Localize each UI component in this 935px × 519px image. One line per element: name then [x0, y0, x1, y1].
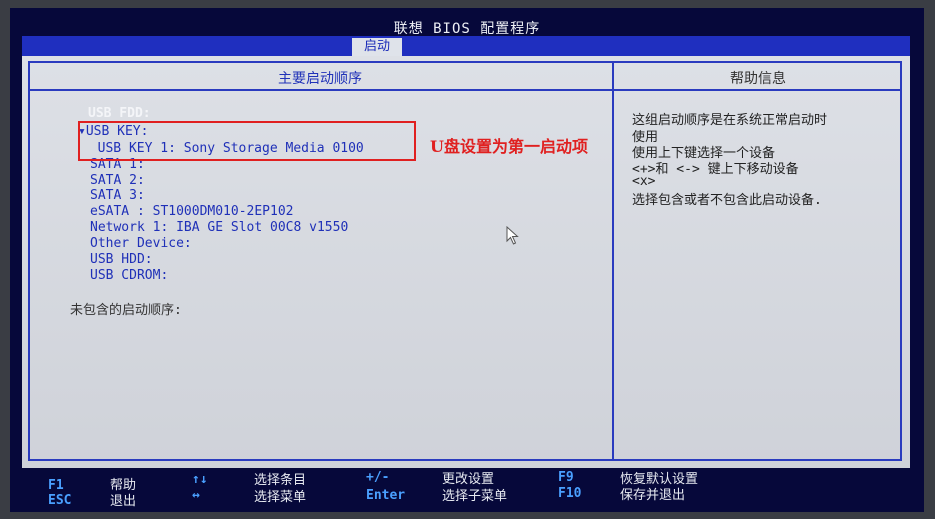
help-line: 选择包含或者不包含此启动设备.	[632, 193, 822, 208]
annotation-text: U盘设置为第一启动项	[430, 137, 588, 156]
tab-bar: 启动	[22, 36, 910, 56]
plus-minus-key: +/-	[366, 470, 390, 485]
boot-item-sata-3[interactable]: SATA 3:	[90, 188, 145, 203]
excluded-boot-order-label: 未包含的启动顺序:	[70, 303, 182, 318]
mouse-pointer-icon	[506, 226, 519, 245]
boot-order-header: 主要启动顺序	[278, 71, 362, 87]
boot-item-esata[interactable]: eSATA : ST1000DM010-2EP102	[90, 204, 294, 219]
bios-title: 联想 BIOS 配置程序	[393, 21, 541, 37]
up-down-arrow-icon: ↑↓	[192, 472, 208, 487]
esc-desc: 退出	[110, 494, 137, 509]
f10-desc: 保存并退出	[620, 488, 686, 503]
help-header: 帮助信息	[730, 71, 786, 87]
key-legend: F1 帮助 ESC 退出 ↑↓ 选择条目 ↔ 选择菜单 +/- 更改设置 Ent…	[22, 468, 910, 512]
f9-key: F9	[558, 470, 574, 485]
tab-boot[interactable]: 启动	[352, 38, 402, 56]
panel-divider	[612, 61, 614, 461]
boot-item-usb-cdrom[interactable]: USB CDROM:	[90, 268, 168, 283]
boot-item-sata-2[interactable]: SATA 2:	[90, 173, 145, 188]
enter-desc: 选择子菜单	[442, 489, 508, 504]
help-line: <x>	[632, 174, 656, 189]
boot-item-usb-fdd[interactable]: USB FDD:	[88, 106, 151, 121]
help-line: <+>和 <-> 键上下移动设备	[632, 162, 799, 177]
esc-key: ESC	[48, 493, 72, 508]
leftright-desc: 选择菜单	[254, 490, 307, 505]
boot-item-usb-hdd[interactable]: USB HDD:	[90, 252, 153, 267]
main-panel: 主要启动顺序 帮助信息 USB FDD: ▾USB KEY: USB KEY 1…	[22, 56, 910, 468]
help-line: 这组启动顺序是在系统正常启动时	[632, 113, 828, 128]
f10-key: F10	[558, 486, 582, 501]
boot-item-network-1[interactable]: Network 1: IBA GE Slot 00C8 v1550	[90, 220, 348, 235]
bios-screen: 联想 BIOS 配置程序 启动 主要启动顺序 帮助信息 USB FDD: ▾US…	[10, 8, 924, 512]
enter-key: Enter	[366, 488, 406, 503]
boot-item-other-device[interactable]: Other Device:	[90, 236, 192, 251]
annotation-highlight-box	[78, 121, 416, 161]
f1-key: F1	[48, 478, 64, 493]
left-right-arrow-icon: ↔	[192, 488, 200, 503]
header-divider	[28, 89, 902, 91]
